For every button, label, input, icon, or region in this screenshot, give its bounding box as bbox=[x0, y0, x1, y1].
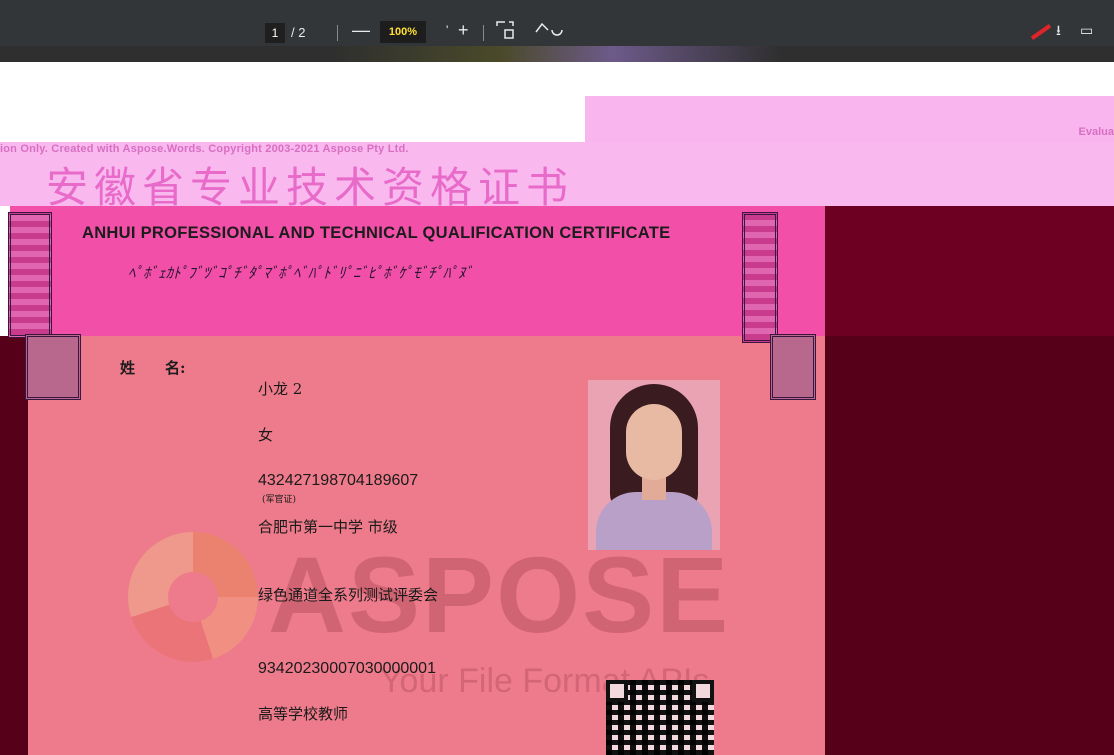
evaluation-watermark-text-right: Evalua bbox=[1078, 126, 1114, 138]
certificate-number-value: 93420230007030000001 bbox=[258, 660, 436, 677]
aspose-logo-icon-center bbox=[168, 572, 218, 622]
dark-panel bbox=[820, 336, 1114, 755]
committee-value: 绿色通道全系列测试评委会 bbox=[258, 586, 439, 604]
name-value: 小龙 2 bbox=[258, 380, 303, 398]
minus-icon[interactable]: — bbox=[352, 20, 370, 40]
gender-value: 女 bbox=[258, 426, 274, 444]
id-number-value: 432427198704189607 bbox=[258, 472, 419, 489]
page-number-input[interactable]: 1 bbox=[265, 23, 285, 43]
ornament-frame-right bbox=[742, 212, 778, 343]
photo-body bbox=[596, 492, 712, 550]
qualification-value: 高等学校教师 bbox=[258, 705, 349, 723]
qr-finder bbox=[692, 680, 714, 702]
holder-photo bbox=[588, 380, 720, 550]
pink-band bbox=[585, 96, 1114, 142]
id-type-note: (军官证) bbox=[262, 495, 297, 505]
ornament-corner-left bbox=[25, 334, 81, 400]
pdf-viewer-toolbar: 1 / 2 — 100% ' + ⭳ ▭ bbox=[0, 0, 1114, 62]
rotate-icon[interactable] bbox=[532, 20, 566, 44]
dark-panel bbox=[780, 206, 1114, 336]
download-icon[interactable]: ⭳ bbox=[1056, 20, 1061, 40]
ornament-corner-right bbox=[770, 334, 816, 400]
toolbar-tick: ' bbox=[446, 23, 449, 37]
photo-face bbox=[626, 404, 682, 480]
toolbar-glitch-strip bbox=[0, 46, 1114, 62]
name-label: 姓 名: bbox=[120, 359, 186, 377]
toolbar-divider bbox=[337, 25, 338, 41]
qr-finder bbox=[606, 680, 628, 702]
certificate-title-english: ANHUI PROFESSIONAL AND TECHNICAL QUALIFI… bbox=[82, 224, 671, 242]
dark-panel bbox=[0, 336, 28, 755]
certificate-ornament-line: ﾍﾟﾎﾞｪｶﾄﾟﾌﾞﾂﾞｺﾟﾁﾞﾀﾟﾏﾞﾎﾟﾍﾞﾊﾟﾄﾞﾘﾟﾆﾞﾋﾟﾎﾞｹﾟﾓﾞ… bbox=[128, 265, 474, 282]
ornament-frame-left bbox=[8, 212, 52, 338]
work-unit-value: 合肥市第一中学 市级 bbox=[258, 518, 398, 536]
page-total: / 2 bbox=[291, 25, 306, 40]
more-icon[interactable]: ▭ bbox=[1080, 20, 1093, 40]
plus-icon[interactable]: + bbox=[458, 20, 469, 40]
document-view[interactable]: ion Only. Created with Aspose.Words. Cop… bbox=[0, 62, 1114, 755]
zoom-input[interactable]: 100% bbox=[380, 21, 426, 43]
fit-page-icon[interactable] bbox=[495, 20, 525, 44]
toolbar-divider bbox=[483, 25, 484, 41]
